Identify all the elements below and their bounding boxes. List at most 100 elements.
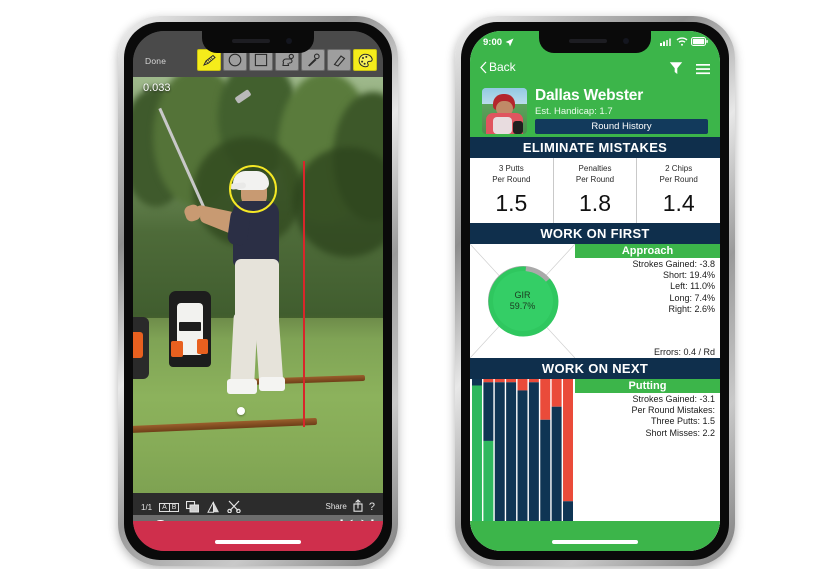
- stat-value: 1.8: [579, 190, 611, 216]
- notch: [202, 31, 314, 53]
- color-palette-icon: [358, 53, 373, 67]
- gir-pie: GIR 59.7%: [487, 265, 559, 337]
- putting-line: Strokes Gained: -3.1: [632, 394, 715, 404]
- help-button[interactable]: ?: [369, 501, 375, 513]
- status-indicators: [660, 37, 708, 46]
- status-time: 9:00: [483, 37, 503, 48]
- second-bag-accent: [133, 332, 143, 358]
- square-icon: [254, 53, 268, 67]
- putting-panel[interactable]: Putting Strokes Gained: -3.1 Per Round M…: [470, 379, 720, 542]
- approach-stat-lines: Strokes Gained: -3.8 Short: 19.4% Left: …: [575, 259, 715, 315]
- avatar-trophy: [493, 117, 512, 134]
- pencil-icon: [202, 54, 216, 66]
- gir-label-text: GIR: [514, 290, 531, 300]
- share-icon: [353, 499, 363, 512]
- gir-value-text: 59.7%: [509, 301, 536, 311]
- mistakes-stat-row: 3 Putts Per Round 1.5 Penalties Per Roun…: [470, 158, 720, 224]
- eliminate-mistakes-header: ELIMINATE MISTAKES: [470, 137, 720, 158]
- approach-errors: Errors: 0.4 / Rd: [653, 347, 715, 357]
- done-button[interactable]: Done: [145, 56, 166, 66]
- player-name: Dallas Webster: [535, 87, 644, 104]
- left-bottom-bar: [133, 521, 383, 551]
- video-editor-app: 0.033 Done 1/1 A B Share ?: [133, 31, 383, 551]
- ab-compare-label-a: A: [159, 503, 170, 512]
- approach-line: Left: 11.0%: [670, 281, 715, 292]
- battery-icon: [691, 37, 708, 46]
- swing-video[interactable]: 0.033: [133, 77, 383, 493]
- stat-value: 1.5: [495, 190, 528, 216]
- right-phone-bezel: 9:00 Back Dallas Webster Est. Handicap: …: [461, 22, 729, 560]
- back-shoe: [259, 377, 285, 391]
- flip-button[interactable]: [207, 501, 220, 515]
- stat-label-line2: Per Round: [492, 175, 531, 184]
- handicap-label: Est. Handicap: 1.7: [535, 106, 613, 117]
- approach-title: Approach: [575, 244, 720, 258]
- stat-label-line1: Penalties: [578, 164, 612, 173]
- location-arrow-icon: [505, 38, 514, 47]
- avatar[interactable]: [482, 88, 527, 134]
- stat-label-line1: 3 Putts: [498, 164, 524, 173]
- pointer-tool-button[interactable]: [301, 49, 325, 71]
- approach-line: Right: 2.6%: [668, 303, 715, 314]
- stat-cell-three-putts[interactable]: 3 Putts Per Round 1.5: [470, 158, 554, 223]
- work-on-first-section: WORK ON FIRST GIR 59.7% Approach Strokes…: [470, 223, 720, 358]
- front-camera: [286, 38, 292, 44]
- bottom-tools-right: Share ?: [326, 499, 375, 514]
- stat-cell-two-chips[interactable]: 2 Chips Per Round 1.4: [637, 158, 720, 223]
- home-indicator[interactable]: [552, 540, 638, 544]
- putting-line: Per Round Mistakes:: [631, 405, 715, 416]
- bag-accent: [197, 339, 208, 354]
- avatar-sleeve: [513, 121, 523, 134]
- left-phone-bezel: 0.033 Done 1/1 A B Share ?: [124, 22, 392, 560]
- trim-button[interactable]: [227, 500, 242, 515]
- approach-panel[interactable]: GIR 59.7% Approach Strokes Gained: -3.8 …: [470, 244, 720, 358]
- freehand-hand-icon: [281, 53, 294, 67]
- putting-bar-chart: [470, 379, 575, 542]
- putting-stat-lines: Strokes Gained: -3.1 Per Round Mistakes:…: [575, 394, 715, 439]
- stat-value: 1.4: [662, 190, 695, 216]
- chevron-left-icon: [480, 61, 487, 73]
- stat-label-line2: Per Round: [659, 175, 698, 184]
- putting-line: Short Misses: 2.2: [645, 427, 715, 438]
- filter-funnel-icon: [669, 62, 683, 74]
- bag-logo: [179, 322, 201, 331]
- approach-line: Strokes Gained: -3.8: [632, 259, 715, 269]
- work-on-first-header: WORK ON FIRST: [470, 223, 720, 244]
- bag-accent: [171, 341, 183, 357]
- notch: [539, 31, 651, 53]
- page-counter: 1/1: [141, 503, 153, 512]
- color-palette-tool-button[interactable]: [353, 49, 377, 71]
- approach-line: Short: 19.4%: [662, 270, 715, 281]
- status-time-group: 9:00: [483, 37, 514, 48]
- home-indicator[interactable]: [215, 540, 301, 544]
- right-phone-frame: 9:00 Back Dallas Webster Est. Handicap: …: [455, 16, 735, 566]
- ab-compare-button[interactable]: A B: [159, 503, 180, 512]
- work-on-next-header: WORK ON NEXT: [470, 358, 720, 379]
- back-label: Back: [489, 60, 516, 74]
- work-on-next-section: WORK ON NEXT Putting Strokes Gained: -3.…: [470, 358, 720, 542]
- layers-icon: [186, 500, 200, 512]
- left-phone-frame: 0.033 Done 1/1 A B Share ?: [118, 16, 398, 566]
- putting-title: Putting: [575, 379, 720, 393]
- layers-button[interactable]: [186, 500, 200, 515]
- share-button[interactable]: [353, 499, 363, 514]
- stat-label-line2: Per Round: [575, 175, 615, 184]
- speaker-grille: [569, 39, 607, 43]
- nav-bar: Back: [470, 55, 720, 85]
- menu-button[interactable]: [696, 62, 710, 80]
- cellular-signal-icon: [660, 38, 671, 46]
- ab-compare-label-b: B: [169, 503, 180, 512]
- eraser-tool-button[interactable]: [327, 49, 351, 71]
- front-camera: [623, 38, 629, 44]
- putting-bar-svg: [472, 379, 573, 542]
- wifi-icon: [676, 37, 688, 46]
- bottom-tools-left: 1/1 A B: [141, 500, 242, 515]
- round-history-button[interactable]: Round History: [535, 119, 708, 134]
- approach-line: Long: 7.4%: [669, 292, 715, 303]
- share-label[interactable]: Share: [326, 502, 347, 511]
- back-button[interactable]: Back: [480, 60, 516, 74]
- eliminate-mistakes-section: ELIMINATE MISTAKES 3 Putts Per Round 1.5…: [470, 137, 720, 224]
- filter-button[interactable]: [669, 61, 683, 80]
- arrow-pointer-icon: [307, 53, 320, 67]
- stat-cell-penalties[interactable]: Penalties Per Round 1.8: [554, 158, 638, 223]
